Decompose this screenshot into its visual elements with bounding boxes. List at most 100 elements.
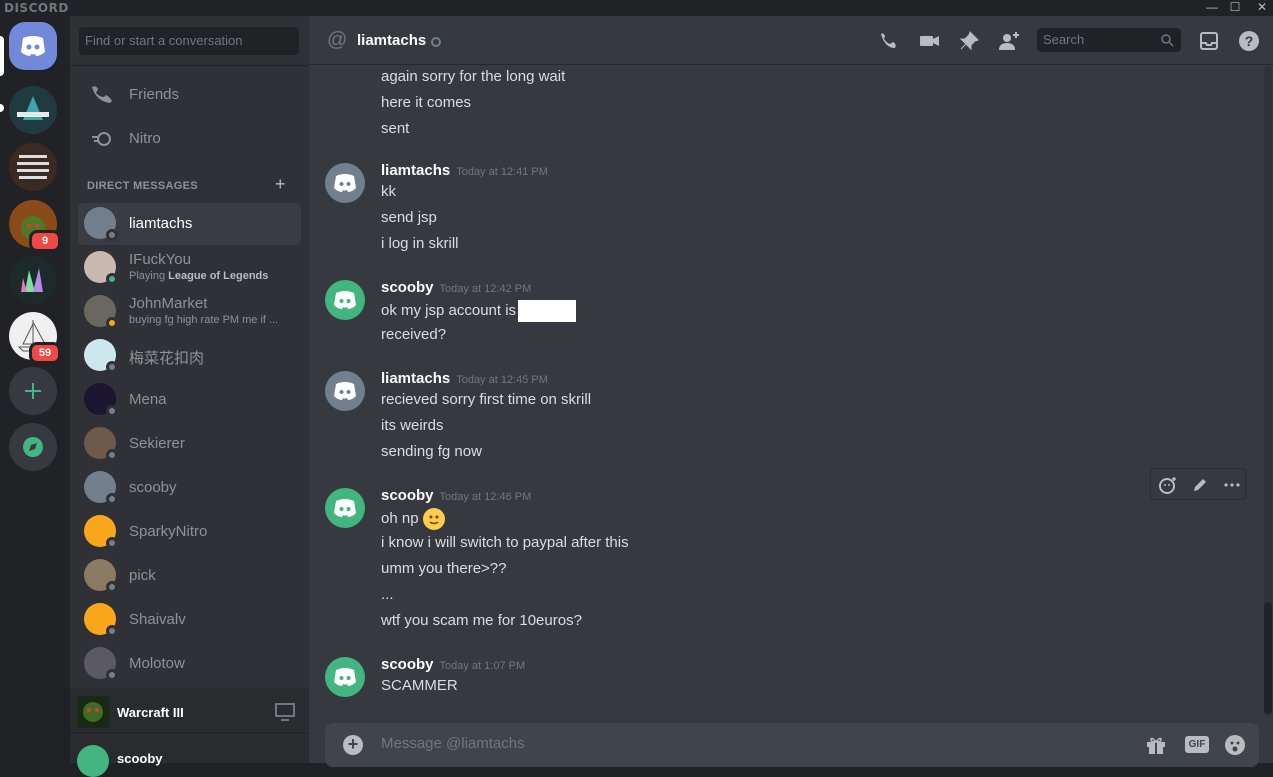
dm-item[interactable]: Molotow	[78, 643, 301, 685]
dm-item[interactable]: scooby	[78, 467, 301, 509]
message-text: i log in skrill	[381, 235, 459, 252]
friends-icon	[92, 86, 112, 103]
dm-item[interactable]: IFuckYou Playing League of Legends	[78, 247, 301, 289]
gift-icon[interactable]	[1145, 734, 1167, 756]
dm-item[interactable]: liamtachs	[78, 203, 301, 245]
message-timestamp: Today at 12:42 PM	[439, 283, 532, 295]
voice-call-icon[interactable]	[877, 30, 899, 52]
home-active-indicator	[0, 36, 4, 76]
user-panel: scooby	[70, 735, 309, 777]
warcraft-game-icon	[77, 696, 109, 728]
status-indicator	[106, 581, 118, 593]
add-server-button[interactable]	[9, 367, 57, 415]
message-content: recieved sorry first time on skrill	[381, 391, 592, 408]
explore-servers-button[interactable]	[9, 423, 57, 471]
divider	[70, 65, 309, 66]
message-composer: + Message @liamtachs GIF	[325, 723, 1259, 767]
dm-item[interactable]: SparkyNitro	[78, 511, 301, 553]
server-icon-sailboat[interactable]: 59	[9, 312, 61, 364]
message-text: SCAMMER	[381, 677, 458, 694]
message-avatar[interactable]	[325, 657, 365, 697]
emoji-picker-icon[interactable]	[1224, 734, 1246, 756]
message-author[interactable]: scooby	[381, 279, 434, 296]
dm-name: Shaivalv	[129, 611, 186, 628]
add-friend-icon[interactable]	[998, 30, 1020, 52]
message-avatar[interactable]	[325, 371, 365, 411]
server-icon-crystals[interactable]	[9, 256, 57, 304]
server-icon-d2-services[interactable]	[9, 143, 57, 191]
user-name: scooby	[117, 751, 163, 766]
message-text: oh np	[381, 508, 445, 530]
server-list: 9 59	[0, 16, 70, 763]
slight-smile-emoji-icon	[422, 508, 445, 530]
message-text: sent	[381, 120, 410, 137]
message-content: umm you there>??	[381, 560, 507, 577]
message-author[interactable]: scooby	[381, 656, 434, 673]
nav-friends[interactable]: Friends	[78, 74, 301, 116]
chat-header: @ liamtachs Search ?	[309, 16, 1273, 65]
message-text: received?	[381, 326, 446, 343]
user-avatar[interactable]	[77, 745, 109, 777]
go-live-icon[interactable]	[275, 703, 295, 721]
pin-icon[interactable]	[958, 30, 980, 52]
server-icon-gladiator[interactable]: 9	[9, 200, 61, 252]
home-button[interactable]	[9, 22, 57, 70]
dm-item[interactable]: pick	[78, 555, 301, 597]
create-dm-button[interactable]: +	[275, 174, 286, 195]
dm-name: liamtachs	[129, 215, 193, 232]
nav-nitro[interactable]: Nitro	[78, 118, 301, 160]
message-content: wtf you scam me for 10euros?	[381, 612, 582, 629]
dm-item[interactable]: JohnMarket buying fg high rate PM me if .…	[78, 291, 301, 333]
discord-default-avatar-icon	[334, 291, 356, 309]
status-indicator	[106, 317, 118, 329]
find-conversation-input[interactable]: Find or start a conversation	[79, 27, 299, 55]
message-content: oh np	[381, 509, 419, 527]
activity-panel: Warcraft III	[70, 688, 309, 734]
message-content: kk	[381, 183, 396, 200]
edit-icon[interactable]	[1191, 476, 1209, 494]
status-indicator	[106, 361, 118, 373]
plus-icon	[25, 383, 41, 399]
help-icon[interactable]: ?	[1238, 30, 1260, 52]
scrollbar-thumb[interactable]	[1264, 602, 1272, 714]
more-options-icon[interactable]	[1223, 476, 1241, 494]
inbox-icon[interactable]	[1198, 30, 1220, 52]
status-indicator	[106, 669, 118, 681]
message-author[interactable]: liamtachs	[381, 162, 450, 179]
gif-button[interactable]: GIF	[1185, 736, 1209, 753]
status-indicator	[431, 37, 441, 47]
d2-services-logo-icon	[17, 155, 49, 179]
channel-name: liamtachs	[357, 32, 427, 49]
message-list: again sorry for the long wait here it com…	[309, 66, 1273, 716]
minimize-button[interactable]: —	[1200, 0, 1224, 16]
add-reaction-icon[interactable]	[1159, 476, 1177, 494]
dm-item[interactable]: 梅菜花扣肉	[78, 335, 301, 377]
message-content: send jsp	[381, 209, 437, 226]
maximize-button[interactable]: ☐	[1223, 0, 1247, 16]
dm-item[interactable]: Mena	[78, 379, 301, 421]
message-avatar[interactable]	[325, 280, 365, 320]
dm-item[interactable]: Sekierer	[78, 423, 301, 465]
message-text: its weirds	[381, 417, 444, 434]
message-avatar[interactable]	[325, 163, 365, 203]
status-indicator	[106, 449, 118, 461]
chat-main: @ liamtachs Search ? again sorry for the…	[309, 16, 1273, 767]
status-indicator	[106, 537, 118, 549]
dm-item[interactable]: Shaivalv	[78, 599, 301, 641]
message-hover-toolbar	[1150, 468, 1246, 500]
close-button[interactable]: ✕	[1250, 0, 1273, 16]
message-text: ok my jsp account is	[381, 300, 577, 322]
server-icon-wintermark[interactable]	[9, 86, 57, 134]
message-text: ...	[381, 586, 394, 603]
message-input[interactable]: Message @liamtachs	[381, 735, 525, 752]
mention-badge: 9	[29, 230, 61, 252]
status-indicator	[106, 273, 118, 285]
video-call-icon[interactable]	[918, 30, 940, 52]
message-timestamp: Today at 12:45 PM	[456, 374, 548, 386]
message-author[interactable]: scooby	[381, 487, 434, 504]
message-avatar[interactable]	[325, 488, 365, 528]
upload-button[interactable]: +	[343, 735, 363, 755]
message-content: sending fg now	[381, 443, 482, 460]
app-logo: DISCORD	[4, 1, 69, 15]
message-author[interactable]: liamtachs	[381, 370, 450, 387]
